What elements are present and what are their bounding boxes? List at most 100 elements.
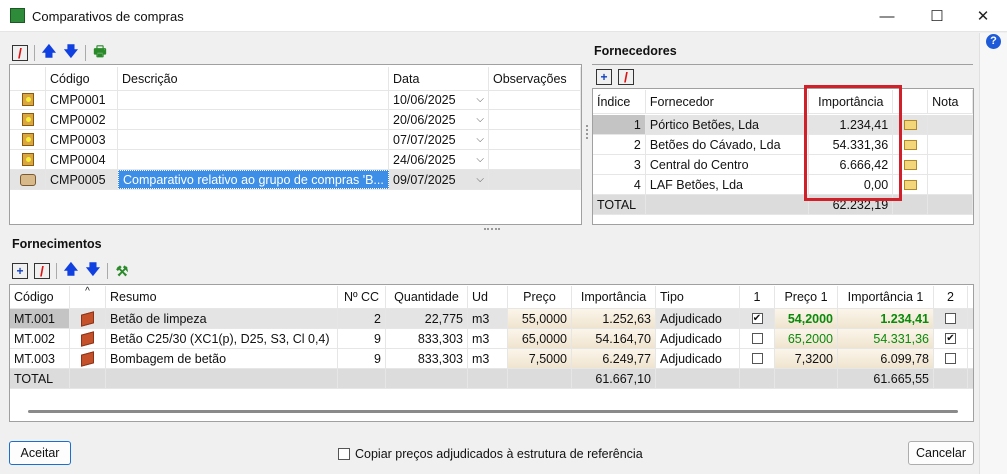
comparativo-row[interactable]: CMP0001 10/06/2025 ⌵ xyxy=(10,90,581,110)
table-header[interactable]: Código ^ Resumo Nº CC Quantidade Ud Preço Impor… xyxy=(10,286,973,309)
date-value: 24/06/2025 xyxy=(393,152,456,167)
copy-prices-label: Copiar preços adjudicados à estrutura de… xyxy=(355,447,643,461)
table-cell: 1.234,41 xyxy=(838,309,934,328)
table-cell: 833,303 xyxy=(386,329,468,348)
table-cell xyxy=(928,175,973,194)
table-cell: 65,0000 xyxy=(508,329,572,348)
table-cell: 65,2000 xyxy=(775,329,838,348)
date-value: 10/06/2025 xyxy=(393,92,456,107)
table-cell: 09/07/2025 ⌵ xyxy=(389,170,489,189)
fornecedor-row[interactable]: 4 LAF Betões, Lda 0,00 xyxy=(593,175,973,195)
minimize-button[interactable]: — xyxy=(864,0,910,32)
table-cell: 6.099,78 xyxy=(838,349,934,368)
fornecimento-row[interactable]: MT.003 Bombagem de betão 9 833,303 m3 7,5000 6… xyxy=(10,349,973,369)
checkbox[interactable] xyxy=(751,353,763,364)
table-cell: m3 xyxy=(468,309,508,328)
comparativo-row[interactable]: CMP0005 Comparativo relativo ao grupo de … xyxy=(10,170,581,190)
table-cell xyxy=(10,130,46,149)
fornecimento-row[interactable]: MT.001 Betão de limpeza 2 22,775 m3 55,0000 1.… xyxy=(10,309,973,329)
date-value: 07/07/2025 xyxy=(393,132,456,147)
separator xyxy=(56,263,57,279)
envelope-icon xyxy=(903,119,917,130)
table-cell: 9 xyxy=(338,349,386,368)
table-cell: 2 xyxy=(338,309,386,328)
add-icon[interactable]: + xyxy=(596,69,612,85)
help-icon[interactable]: ? xyxy=(986,34,1001,49)
table-cell: 7,5000 xyxy=(508,349,572,368)
maximize-button[interactable]: ☐ xyxy=(914,0,960,32)
table-cell: Betão C25/30 (XC1(p), D25, S3, Cl 0,4) xyxy=(106,329,338,348)
table-cell: 9 xyxy=(338,329,386,348)
delete-icon[interactable]: / xyxy=(12,45,28,61)
arrow-up-icon[interactable]: 🡅 xyxy=(63,261,79,279)
add-icon[interactable]: + xyxy=(12,263,28,279)
delete-icon[interactable]: / xyxy=(34,263,50,279)
checkbox[interactable] xyxy=(945,353,956,364)
table-cell xyxy=(934,309,968,328)
table-cell xyxy=(740,349,775,368)
splitter-handle-horizontal[interactable] xyxy=(484,228,500,231)
chevron-down-icon[interactable]: ⌵ xyxy=(476,154,484,165)
comparativo-row[interactable]: CMP0004 24/06/2025 ⌵ xyxy=(10,150,581,170)
chevron-down-icon[interactable]: ⌵ xyxy=(476,94,484,105)
chevron-down-icon[interactable]: ⌵ xyxy=(476,134,484,145)
fornecimentos-toolbar: + / 🡅 🡇 ⚒ xyxy=(12,261,130,281)
comparativo-row[interactable]: CMP0003 07/07/2025 ⌵ xyxy=(10,130,581,150)
chevron-down-icon[interactable]: ⌵ xyxy=(476,114,484,125)
table-cell xyxy=(489,110,581,129)
table-cell xyxy=(775,369,838,388)
table-cell: TOTAL xyxy=(10,369,70,388)
chevron-down-icon[interactable]: ⌵ xyxy=(476,174,484,185)
table-cell: Adjudicado xyxy=(656,329,740,348)
total-row[interactable]: TOTAL 61.667,10 61.665,55 xyxy=(10,369,973,389)
table-cell: CMP0002 xyxy=(46,110,118,129)
comparativo-row[interactable]: CMP0002 20/06/2025 ⌵ xyxy=(10,110,581,130)
table-cell: 07/07/2025 ⌵ xyxy=(389,130,489,149)
arrow-up-icon[interactable]: 🡅 xyxy=(41,43,57,61)
arrow-down-icon[interactable]: 🡇 xyxy=(63,43,79,61)
comparativos-table: Código Descrição Data Observações CMP0001 10/… xyxy=(9,64,582,225)
print-icon[interactable]: 🖶 xyxy=(92,43,108,61)
table-cell xyxy=(928,155,973,174)
arrow-down-icon[interactable]: 🡇 xyxy=(85,261,101,279)
table-cell: 1.252,63 xyxy=(572,309,656,328)
cancel-button[interactable]: Cancelar xyxy=(908,441,974,465)
brick-icon xyxy=(81,350,94,367)
sort-indicator: ^ xyxy=(70,286,106,308)
checkbox[interactable] xyxy=(751,333,763,344)
certificate-icon xyxy=(21,93,34,106)
table-cell: Betão de limpeza xyxy=(106,309,338,328)
accept-button[interactable]: Aceitar xyxy=(9,441,71,465)
horizontal-scrollbar[interactable] xyxy=(28,410,958,413)
table-cell: MT.001 xyxy=(10,309,70,328)
fornecedor-row[interactable]: 2 Betões do Cávado, Lda 54.331,36 xyxy=(593,135,973,155)
fornecimento-row[interactable]: MT.002 Betão C25/30 (XC1(p), D25, S3, Cl … xyxy=(10,329,973,349)
table-cell: 61.667,10 xyxy=(572,369,656,388)
copy-prices-checkbox[interactable] xyxy=(338,448,350,460)
table-cell: Adjudicado xyxy=(656,349,740,368)
delete-icon[interactable]: / xyxy=(618,69,634,85)
column-header: Código xyxy=(46,67,118,90)
checkbox[interactable]: ✔ xyxy=(751,313,763,324)
table-cell xyxy=(118,90,389,109)
fornecedor-row[interactable]: 1 Pórtico Betões, Lda 1.234,41 xyxy=(593,115,973,135)
table-cell: m3 xyxy=(468,349,508,368)
tools-icon[interactable]: ⚒ xyxy=(114,263,130,279)
column-header: Resumo xyxy=(106,286,338,308)
table-cell xyxy=(338,369,386,388)
splitter-handle[interactable] xyxy=(586,125,589,139)
fornecedores-toolbar: + / xyxy=(596,67,634,87)
checkbox[interactable]: ✔ xyxy=(945,333,956,344)
fornecedor-row[interactable]: 3 Central do Centro 6.666,42 xyxy=(593,155,973,175)
window-title: Comparativos de compras xyxy=(32,9,184,24)
table-cell: Betões do Cávado, Lda xyxy=(646,135,810,154)
table-header[interactable]: Índice Fornecedor Importância Nota xyxy=(593,90,973,114)
table-header[interactable]: Código Descrição Data Observações xyxy=(10,67,581,91)
table-cell xyxy=(386,369,468,388)
table-cell xyxy=(489,130,581,149)
close-button[interactable]: ✕ xyxy=(960,0,1006,32)
column-header: Nº CC xyxy=(338,286,386,308)
total-row[interactable]: TOTAL 62.232,19 xyxy=(593,195,973,215)
checkbox[interactable] xyxy=(945,313,956,324)
copy-prices-option[interactable]: Copiar preços adjudicados à estrutura de… xyxy=(338,447,643,461)
